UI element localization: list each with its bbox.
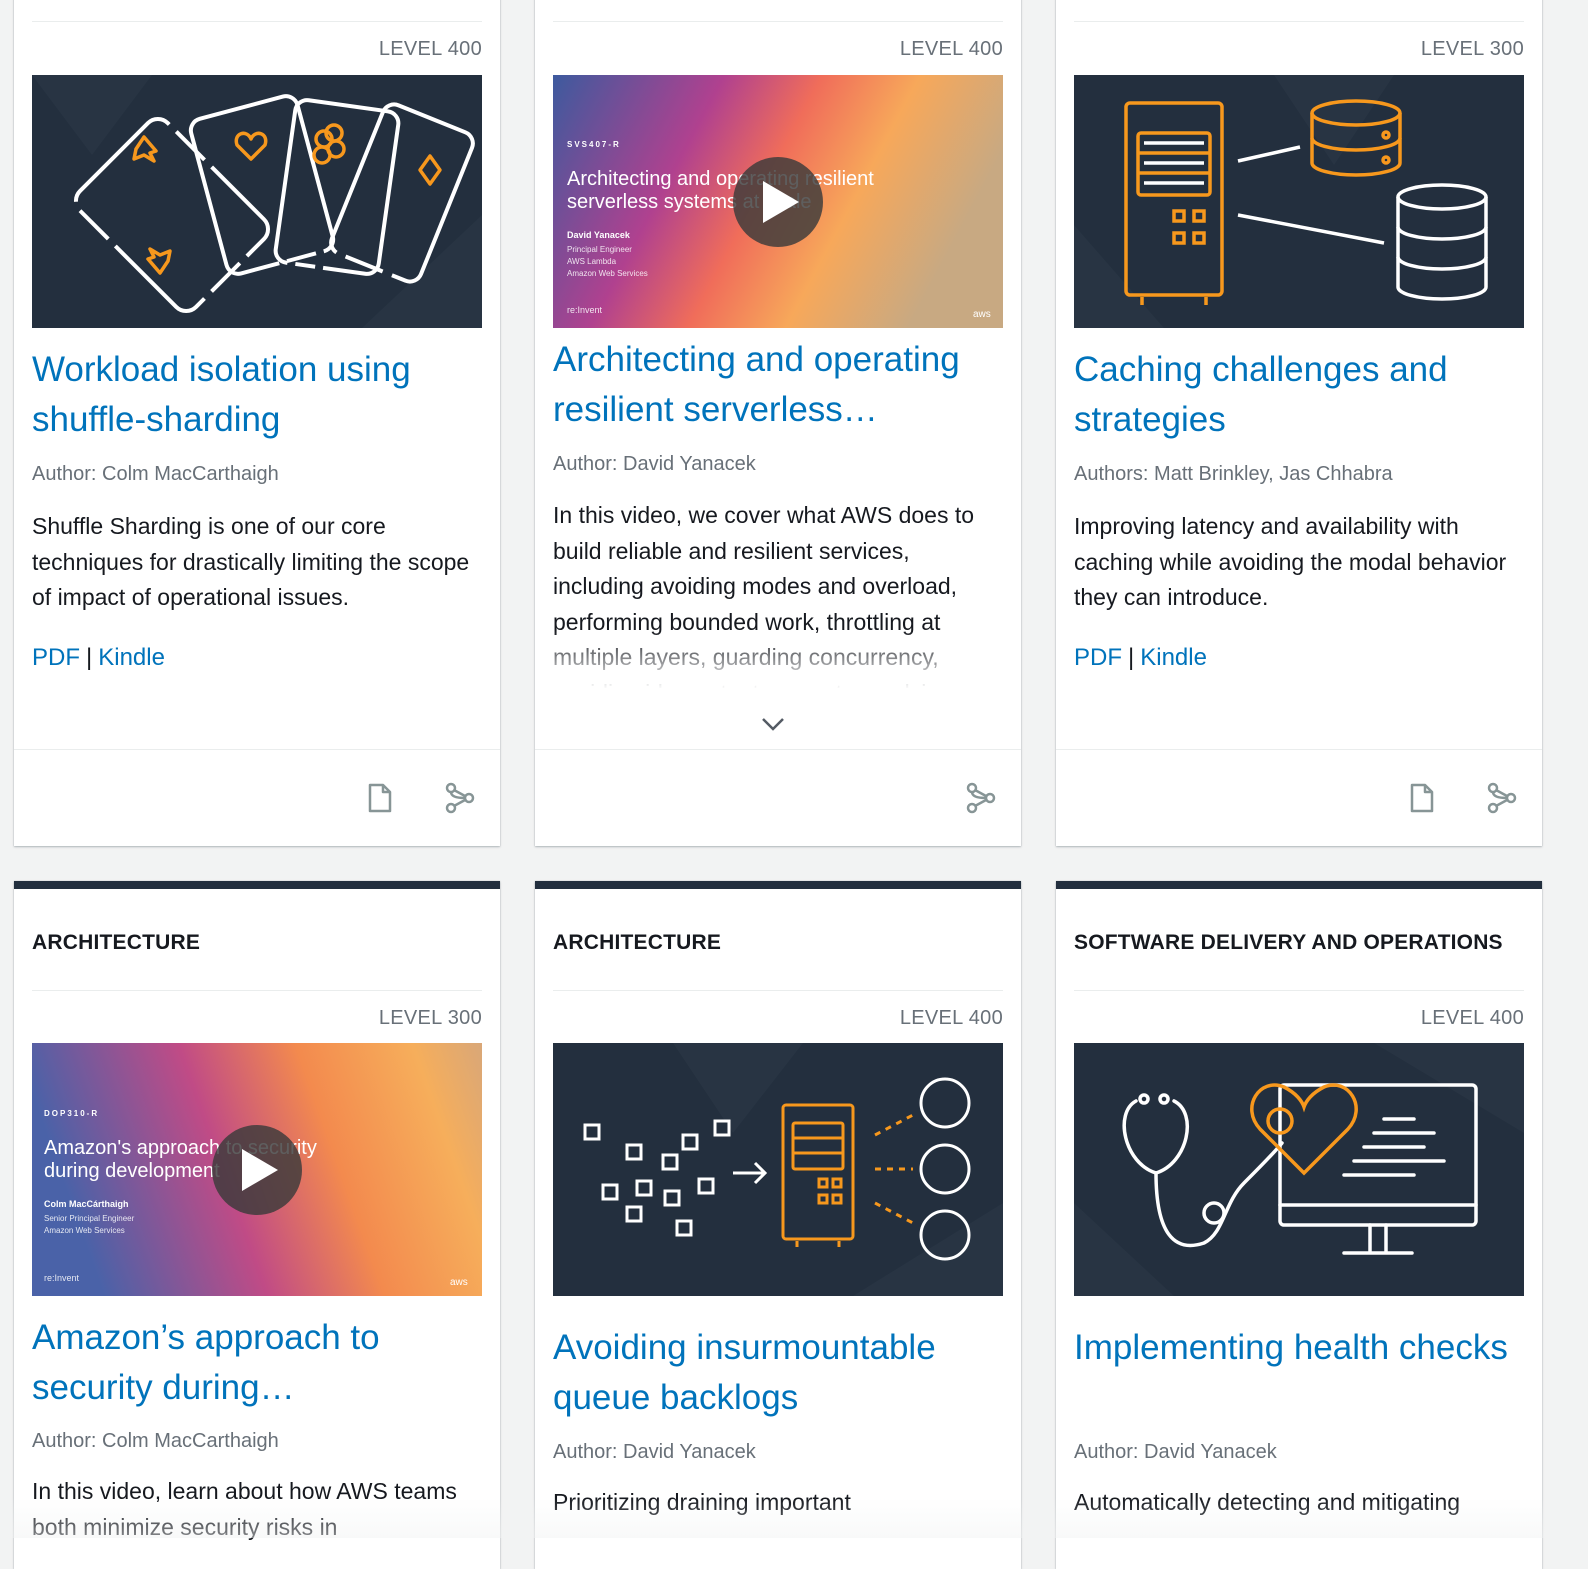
- article-title-link[interactable]: Architecting and operating resilient ser…: [553, 335, 1003, 435]
- playing-cards-icon: [32, 75, 482, 328]
- level-badge: LEVEL 400: [1420, 1007, 1524, 1029]
- article-author: Author: Colm MacCarthaigh: [32, 1430, 279, 1452]
- download-links: PDF | Kindle: [32, 644, 165, 672]
- article-card-serverless: LEVEL 400 SVS407-R Architecting and oper…: [535, 0, 1021, 846]
- video-thumbnail[interactable]: DOP310-R Amazon's approach to security d…: [32, 1043, 482, 1296]
- description-fade: [553, 630, 1003, 700]
- card-footer: [1056, 749, 1542, 847]
- play-button-icon[interactable]: [733, 157, 823, 247]
- article-author: Author: Colm MacCarthaigh: [32, 463, 279, 485]
- category-label: ARCHITECTURE: [553, 931, 722, 954]
- video-title-line-2: during development: [44, 1160, 220, 1182]
- video-session-code: DOP310-R: [44, 1109, 99, 1118]
- article-title-link[interactable]: Amazon’s approach to security during…: [32, 1313, 482, 1413]
- card-divider: [1074, 21, 1524, 22]
- level-badge: LEVEL 400: [899, 38, 1003, 60]
- card-divider: [553, 21, 1003, 22]
- aws-logo: aws: [450, 1277, 468, 1288]
- queue-server-icon: [553, 1043, 1003, 1296]
- pdf-link[interactable]: PDF: [32, 644, 80, 671]
- video-presenter-role-1: Senior Principal Engineer: [44, 1214, 135, 1223]
- video-title-line-1: Architecting and operating resilient: [567, 168, 874, 190]
- share-icon[interactable]: [1486, 782, 1518, 814]
- kindle-link[interactable]: Kindle: [1140, 644, 1207, 671]
- category-label: ARCHITECTURE: [32, 931, 201, 954]
- link-separator: |: [1128, 644, 1135, 671]
- article-card-queue-backlogs: ARCHITECTURE LEVEL 400 Avoiding insurmou…: [535, 881, 1021, 1569]
- video-presenter: Colm MacCárthaigh: [44, 1199, 129, 1209]
- level-badge: LEVEL 300: [1420, 38, 1524, 60]
- video-presenter-role-1: Principal Engineer: [567, 245, 632, 254]
- level-badge: LEVEL 400: [378, 38, 482, 60]
- card-divider: [32, 21, 482, 22]
- card-divider: [553, 990, 1003, 991]
- aws-logo: aws: [973, 309, 991, 320]
- article-description: Prioritizing draining important: [553, 1489, 851, 1515]
- article-title-link[interactable]: Caching challenges and strategies: [1074, 345, 1524, 445]
- video-presenter: David Yanacek: [567, 230, 631, 240]
- article-card-shuffle-sharding: LEVEL 400 Workload isolation using shuff…: [14, 0, 500, 846]
- video-presenter-role-2: AWS Lambda: [567, 257, 617, 266]
- article-author: Author: David Yanacek: [1074, 1441, 1277, 1463]
- document-icon[interactable]: [364, 782, 396, 814]
- article-author: Author: David Yanacek: [553, 453, 756, 475]
- document-icon[interactable]: [1406, 782, 1438, 814]
- video-thumbnail[interactable]: SVS407-R Architecting and operating resi…: [553, 75, 1003, 328]
- article-card-health-checks: SOFTWARE DELIVERY AND OPERATIONS LEVEL 4…: [1056, 881, 1542, 1569]
- card-divider: [32, 990, 482, 991]
- video-slide-image: DOP310-R Amazon's approach to security d…: [32, 1043, 482, 1296]
- card-footer: [535, 749, 1021, 847]
- article-title-link[interactable]: Workload isolation using shuffle-shardin…: [32, 345, 482, 445]
- share-icon[interactable]: [965, 782, 997, 814]
- level-badge: LEVEL 300: [378, 1007, 482, 1029]
- video-presenter-role-3: Amazon Web Services: [567, 269, 648, 278]
- card-footer: [14, 749, 500, 847]
- article-author: Authors: Matt Brinkley, Jas Chhabra: [1074, 463, 1393, 485]
- play-button-icon[interactable]: [212, 1125, 302, 1215]
- article-description: Improving latency and availability with …: [1074, 513, 1507, 610]
- link-separator: |: [86, 644, 93, 671]
- thumbnail-health-check[interactable]: [1074, 1043, 1524, 1296]
- article-author: Author: David Yanacek: [553, 1441, 756, 1463]
- server-database-icon: [1074, 75, 1524, 328]
- video-slide-image: SVS407-R Architecting and operating resi…: [553, 75, 1003, 328]
- thumbnail-playing-cards[interactable]: [32, 75, 482, 328]
- thumbnail-queue-server[interactable]: [553, 1043, 1003, 1296]
- stethoscope-heart-monitor-icon: [1074, 1043, 1524, 1296]
- card-divider: [1074, 990, 1524, 991]
- level-badge: LEVEL 400: [899, 1007, 1003, 1029]
- thumbnail-server-databases[interactable]: [1074, 75, 1524, 328]
- chevron-down-icon[interactable]: [759, 714, 787, 734]
- share-icon[interactable]: [444, 782, 476, 814]
- video-presenter-role-2: Amazon Web Services: [44, 1226, 125, 1235]
- article-description: Shuffle Sharding is one of our core tech…: [32, 513, 470, 610]
- article-card-security: ARCHITECTURE LEVEL 300 DOP310-R Amazon's…: [14, 881, 500, 1569]
- article-card-caching: LEVEL 300 Caching challenges and strateg…: [1056, 0, 1542, 846]
- article-description: Automatically detecting and mitigating: [1074, 1489, 1461, 1515]
- kindle-link[interactable]: Kindle: [98, 644, 165, 671]
- article-title-link[interactable]: Avoiding insurmountable queue backlogs: [553, 1323, 1003, 1423]
- download-links: PDF | Kindle: [1074, 644, 1207, 672]
- article-description: In this video, learn about how AWS teams…: [32, 1478, 457, 1540]
- reinvent-logo: re:Invent: [44, 1273, 80, 1283]
- article-title-link[interactable]: Implementing health checks: [1074, 1323, 1524, 1373]
- reinvent-logo: re:Invent: [567, 305, 603, 315]
- category-label: SOFTWARE DELIVERY AND OPERATIONS: [1074, 931, 1503, 954]
- pdf-link[interactable]: PDF: [1074, 644, 1122, 671]
- video-session-code: SVS407-R: [567, 140, 621, 149]
